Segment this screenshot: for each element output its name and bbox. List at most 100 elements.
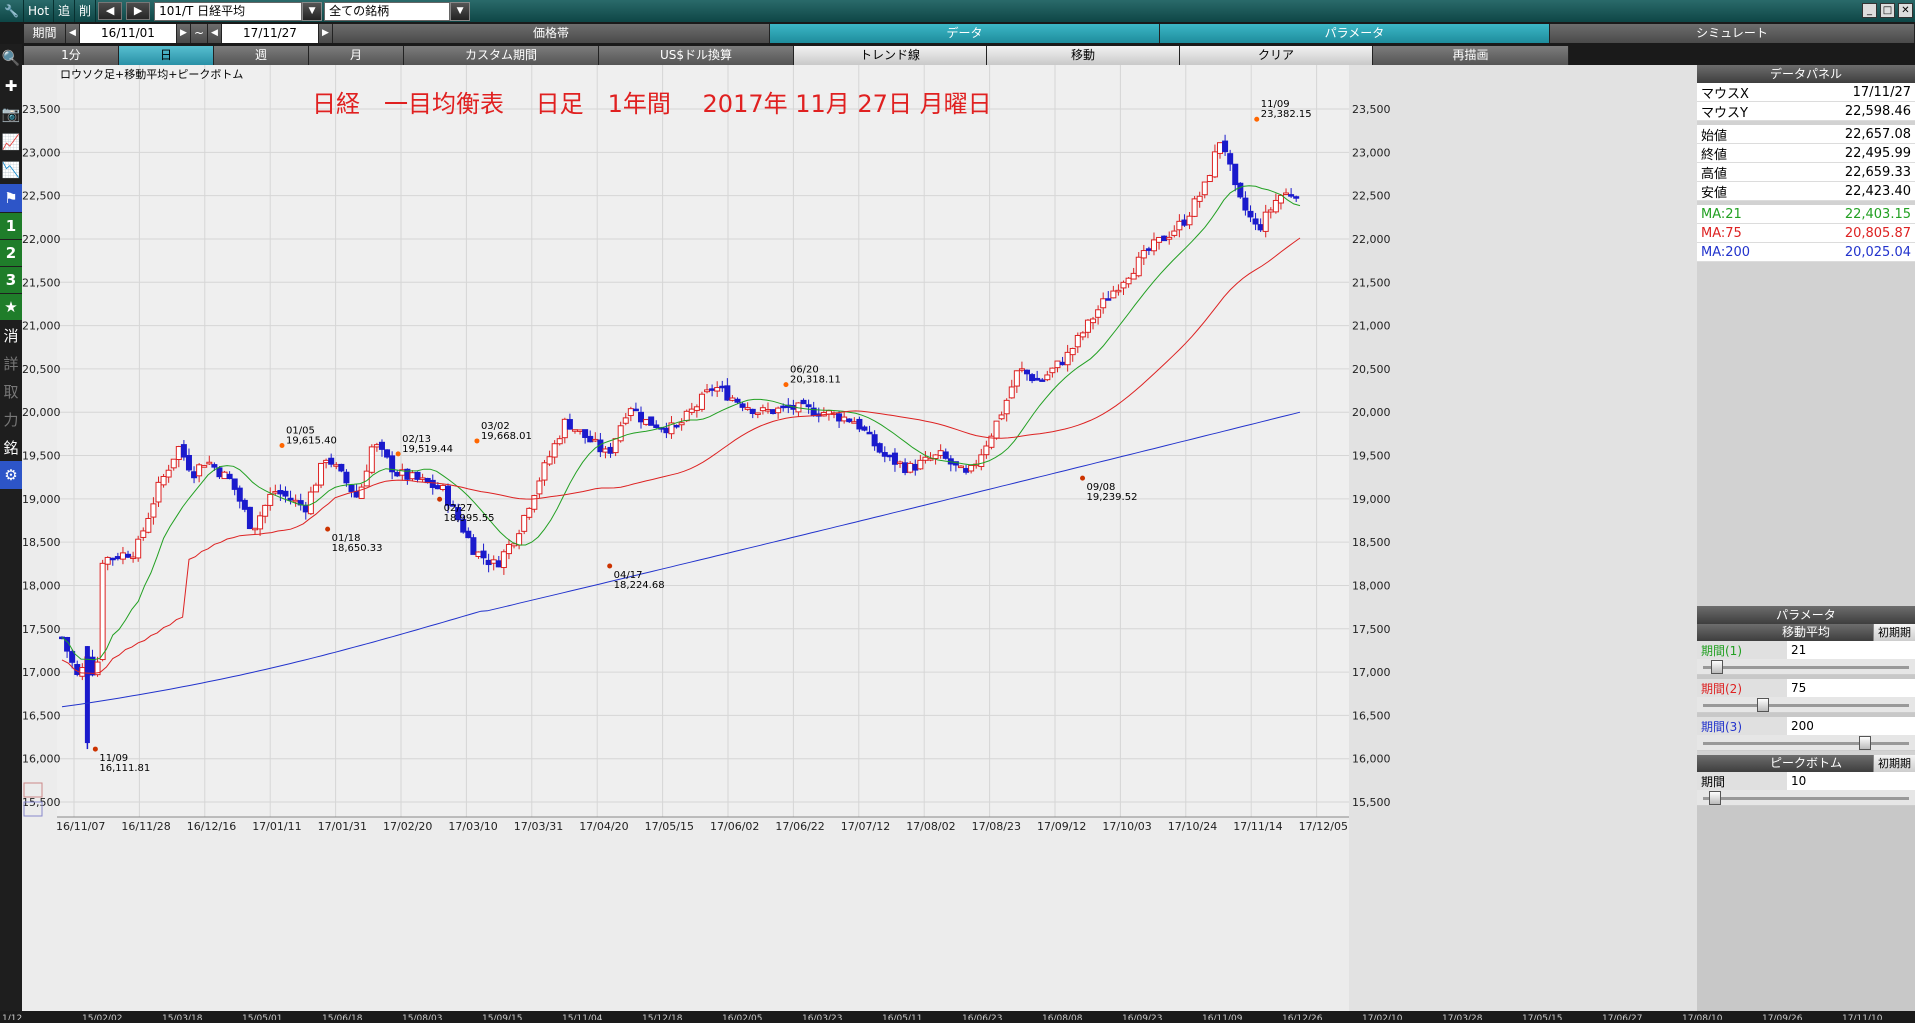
ma-slider-thumb[interactable] [1859, 736, 1871, 750]
tab-data[interactable]: データ [770, 24, 1160, 43]
ma-period-input[interactable]: 200 [1787, 717, 1915, 735]
candle-down [338, 463, 345, 472]
timeframe-tab-8[interactable]: クリア [1180, 46, 1373, 65]
x-tick-label: 16/11/07 [56, 820, 105, 833]
ma-period-slider[interactable] [1697, 697, 1915, 713]
preset-3-button[interactable]: 3 [0, 267, 22, 293]
date-to-next-icon[interactable]: ▶ [319, 24, 333, 43]
candle-up [1125, 277, 1132, 285]
search-icon[interactable]: 🔍 [0, 44, 22, 72]
candlestick-chart[interactable]: 15,500 15,50016,000 16,00016,500 16,50017,0… [22, 65, 1697, 1020]
crosshair-icon[interactable]: ✚ [0, 72, 22, 100]
market-select[interactable]: 全ての銘柄 [324, 1, 451, 21]
candle-down [632, 408, 639, 412]
timeframe-tab-7[interactable]: 移動 [987, 46, 1180, 65]
timeframe-tab-1[interactable]: 日 [119, 46, 214, 65]
candle-up [841, 416, 848, 422]
detail-button[interactable]: 詳 [0, 349, 22, 377]
pb-slider-thumb[interactable] [1709, 791, 1721, 805]
bottom-tick-label: 1/12 [2, 1014, 22, 1020]
pb-period-label: 期間 [1701, 774, 1726, 789]
date-from-next-icon[interactable]: ▶ [177, 24, 191, 43]
timeframe-tab-0[interactable]: 1分 [24, 46, 119, 65]
candle-down [648, 416, 655, 426]
close-icon[interactable]: ✕ [1898, 3, 1913, 18]
candle-up [643, 419, 650, 425]
star-icon[interactable]: ★ [0, 294, 22, 320]
y-tick-label-right: 15,500 [1352, 796, 1391, 809]
data-row-value: 20,025.04 [1844, 244, 1911, 260]
trade-button[interactable]: 取 [0, 377, 22, 405]
market-dropdown-icon[interactable]: ▼ [450, 1, 471, 21]
tab-parameter[interactable]: パラメータ [1160, 24, 1550, 43]
chart-compare-icon[interactable]: 📉 [0, 156, 22, 184]
data-row-value: 22,659.33 [1844, 164, 1911, 180]
chart-line-icon[interactable]: 📈 [0, 128, 22, 156]
sakujo-button[interactable]: 削 [75, 0, 97, 22]
x-tick-label: 17/06/22 [775, 820, 824, 833]
preset-2-button[interactable]: 2 [0, 240, 22, 266]
date-from-prev-icon[interactable]: ◀ [66, 24, 80, 43]
candle-up [536, 480, 543, 495]
candle-down [241, 499, 248, 510]
timeframe-tab-9[interactable]: 再描画 [1373, 46, 1569, 65]
ma-reset-button[interactable]: 初期期 [1873, 624, 1915, 641]
date-from-input[interactable]: 16/11/01 [80, 24, 177, 43]
candle-up [531, 495, 538, 510]
chart-title: 日経 一目均衡表 日足 1年間 2017年 11月 27日 月曜日 [312, 90, 992, 118]
chart-area[interactable]: 15,500 15,500 16,000 16,000 16,500 16,500 17,0… [22, 65, 1697, 1020]
erase-button[interactable]: 消 [0, 321, 22, 349]
tsui-button[interactable]: 追 [54, 0, 76, 22]
x-tick-label: 17/07/12 [841, 820, 890, 833]
candle-down [384, 449, 391, 458]
candle-up [754, 412, 761, 415]
bottom-tick-label: 17/06/27 [1602, 1014, 1642, 1020]
prev-arrow-icon[interactable]: ◀ [98, 2, 123, 20]
hot-button[interactable]: Hot [24, 0, 55, 22]
timeframe-tab-3[interactable]: 月 [309, 46, 404, 65]
flag-icon[interactable]: ⚑ [0, 184, 22, 212]
candle-down [1034, 377, 1041, 381]
window-controls: _ □ ✕ [1862, 3, 1913, 18]
stock-button[interactable]: 銘 [0, 433, 22, 461]
timeframe-tab-4[interactable]: カスタム期間 [404, 46, 599, 65]
next-arrow-icon[interactable]: ▶ [126, 2, 151, 20]
pb-period-slider[interactable] [1697, 790, 1915, 806]
ma-period-slider[interactable] [1697, 659, 1915, 675]
minimize-icon[interactable]: _ [1862, 3, 1877, 18]
tab-simulate[interactable]: シミュレート [1550, 24, 1915, 43]
force-button[interactable]: 力 [0, 405, 22, 433]
tab-kakakutai[interactable]: 価格帯 [333, 24, 770, 43]
timeframe-tab-6[interactable]: トレンド線 [794, 46, 987, 65]
y-tick-label-right: 18,000 [1352, 579, 1391, 592]
camera-icon[interactable]: 📷 [0, 100, 22, 128]
date-to-prev-icon[interactable]: ◀ [208, 24, 222, 43]
candle-down [470, 537, 477, 555]
timeframe-tab-2[interactable]: 週 [214, 46, 309, 65]
peak-bottom-header: ピークボトム 初期期 [1697, 755, 1915, 772]
symbol-dropdown-icon[interactable]: ▼ [302, 1, 323, 21]
candle-down [871, 434, 878, 447]
candle-up [135, 538, 142, 559]
pb-period-input[interactable]: 10 [1787, 772, 1915, 790]
settings-gear-icon[interactable]: ⚙ [0, 461, 22, 489]
ma-period-input[interactable]: 75 [1787, 679, 1915, 697]
candle-up [500, 551, 507, 569]
ma-slider-thumb[interactable] [1711, 660, 1723, 674]
ma-period-input[interactable]: 21 [1787, 641, 1915, 659]
timeframe-tab-5[interactable]: US$ドル換算 [599, 46, 794, 65]
data-row: マウスX 17/11/27 [1697, 83, 1915, 102]
candle-up [983, 445, 990, 456]
pb-reset-button[interactable]: 初期期 [1873, 755, 1915, 772]
preset-1-button[interactable]: 1 [0, 213, 22, 239]
wrench-icon[interactable]: 🔧 [0, 0, 24, 22]
bottom-tick-label: 15/03/18 [162, 1014, 203, 1020]
maximize-icon[interactable]: □ [1880, 3, 1895, 18]
ma-period-slider[interactable] [1697, 735, 1915, 751]
ma-slider-thumb[interactable] [1757, 698, 1769, 712]
date-to-input[interactable]: 17/11/27 [222, 24, 319, 43]
candle-up [551, 443, 558, 458]
candle-down [1293, 196, 1300, 199]
bottom-tick-label: 15/09/15 [482, 1014, 522, 1020]
symbol-input[interactable]: 101/T 日経平均 [154, 1, 303, 21]
